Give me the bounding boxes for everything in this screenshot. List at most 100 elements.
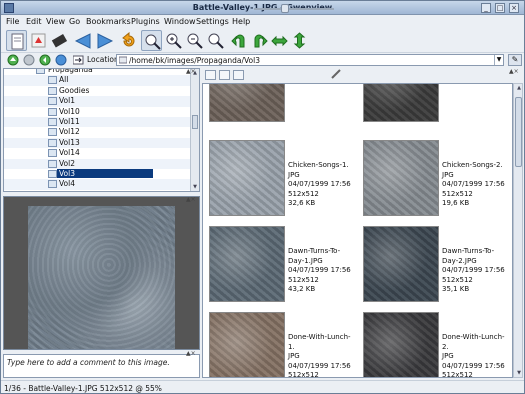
thumbnail-scrollbar[interactable]: ▲ ▼: [513, 83, 523, 378]
info-icon[interactable]: [73, 55, 84, 65]
thumbnail-meta: 512x512: [288, 275, 319, 284]
dock-close-icon[interactable]: ▲×: [509, 68, 519, 75]
forward-arrow-icon[interactable]: [94, 30, 115, 51]
tree-item[interactable]: Goodies: [4, 86, 192, 96]
thumbnail-meta: 04/07/1999 17:56: [442, 180, 505, 188]
folder-icon: [119, 56, 127, 64]
dock-close-icon[interactable]: ▲×: [186, 68, 196, 75]
thumbnail-image: [209, 84, 285, 122]
thumbnail-meta: JPG: [442, 170, 454, 179]
menu-file[interactable]: File: [6, 17, 19, 26]
thumbnail-item[interactable]: 04/07/1999 17:56512x51225,5 KB: [357, 84, 511, 122]
menu-plugins[interactable]: Plugins: [131, 17, 160, 26]
next-icon[interactable]: [55, 54, 67, 66]
menu-go[interactable]: Go: [69, 17, 80, 26]
clear-location-button[interactable]: ✎: [508, 54, 522, 66]
tree-item[interactable]: Vol13: [4, 137, 192, 149]
thumbnail-image: [363, 312, 439, 377]
dock-close-icon[interactable]: ▲×: [186, 196, 196, 203]
tree-item-label: All: [59, 75, 69, 85]
tree-item-label: Vol13: [59, 137, 80, 147]
tree-item[interactable]: Vol3: [4, 169, 192, 179]
folder-icon: [36, 69, 45, 74]
menu-bookmarks[interactable]: Bookmarks: [86, 17, 131, 26]
details-view-icon[interactable]: [233, 70, 244, 80]
thumbnail-meta: 32,6 KB: [288, 199, 316, 207]
tree-item-label: Goodies: [59, 85, 90, 95]
folder-icon: [48, 76, 57, 85]
location-input[interactable]: /home/bk/images/Propaganda/Vol3 ▼: [116, 54, 504, 66]
menu-view[interactable]: View: [46, 17, 65, 26]
thumbnail-item[interactable]: Done-With-Lunch-1. JPG 04/07/1999 17:56 512…: [203, 312, 357, 378]
rotate-right-icon[interactable]: [249, 30, 270, 51]
menu-settings[interactable]: Settings: [196, 17, 229, 26]
thumbnail-item[interactable]: Dawn-Turns-To- Day-2.JPG 04/07/1999 17:56 5…: [357, 226, 511, 302]
thumbnail-info: Done-With-Lunch-1. JPG 04/07/1999 17:56 512…: [288, 333, 357, 378]
menu-help[interactable]: Help: [232, 17, 250, 26]
folder-tree: Propaganda All Goodies Vol1 Vol10 Vol11 Vol12 V…: [3, 68, 200, 192]
stop-icon[interactable]: [28, 30, 49, 51]
thumbnail-item[interactable]: Chicken-Songs-1. JPG 04/07/1999 17:56 512x5…: [203, 140, 357, 216]
tree-item[interactable]: Vol12: [4, 127, 192, 137]
zoom-to-fit-icon[interactable]: [141, 30, 162, 51]
tree-item[interactable]: Propaganda: [4, 69, 192, 75]
slideshow-icon[interactable]: [49, 30, 70, 51]
list-view-icon[interactable]: [205, 70, 216, 80]
tree-item[interactable]: Vol14: [4, 148, 192, 158]
thumbnail-meta: 512x512: [288, 371, 319, 378]
file-list-icon[interactable]: [6, 30, 27, 51]
tree-item[interactable]: Vol1: [4, 96, 192, 107]
comment-box[interactable]: Type here to add a comment to this image…: [3, 354, 200, 378]
thumbnail-meta: 35,1 KB: [442, 285, 470, 293]
thumbnail-image: [209, 312, 285, 377]
zoom-in-icon[interactable]: [163, 30, 184, 51]
scroll-thumb[interactable]: [515, 97, 522, 167]
thumbnail-meta: 512x512: [442, 189, 473, 198]
thumbnail-grid: 04/07/1999 17:56512x51231,3 KB04/07/1999…: [202, 83, 513, 378]
tree-item-label: Vol11: [59, 117, 80, 126]
up-icon[interactable]: [23, 54, 35, 66]
tree-item[interactable]: Vol11: [4, 117, 192, 128]
thumbnail-item[interactable]: 04/07/1999 17:56512x51231,3 KB: [203, 84, 357, 122]
mirror-icon[interactable]: [269, 30, 290, 51]
rotate-left-icon[interactable]: [229, 30, 250, 51]
tree-item[interactable]: Vol4: [4, 179, 192, 190]
tree-item-label: Vol14: [59, 148, 80, 158]
scroll-down-icon[interactable]: ▼: [515, 369, 523, 377]
tree-item[interactable]: Vol2: [4, 158, 192, 169]
thumbnail-item[interactable]: Chicken-Songs-2. JPG 04/07/1999 17:56 512x5…: [357, 140, 511, 216]
home-icon[interactable]: [7, 54, 19, 66]
maximize-icon[interactable]: □: [495, 3, 505, 13]
folder-icon: [48, 159, 57, 168]
tree-item[interactable]: All: [4, 75, 192, 86]
minimize-icon[interactable]: _: [481, 3, 491, 13]
tree-scrollbar[interactable]: ▲ ▼: [190, 69, 199, 191]
undo-icon[interactable]: [118, 30, 139, 51]
scroll-up-icon[interactable]: ▲: [515, 84, 523, 92]
thumbnail-size-slider[interactable]: [254, 8, 334, 10]
scroll-thumb[interactable]: [192, 115, 198, 129]
thumbnail-view-icon[interactable]: [219, 70, 230, 80]
thumbnail-image: [363, 226, 439, 302]
thumbnail-image: [363, 140, 439, 216]
thumbnail-meta: 512x512: [442, 371, 473, 378]
slider-handle[interactable]: [281, 4, 289, 13]
menu-edit[interactable]: Edit: [26, 17, 42, 26]
chevron-down-icon[interactable]: ▼: [494, 55, 503, 65]
tree-item[interactable]: Vol10: [4, 107, 192, 117]
thumbnail-item[interactable]: Dawn-Turns-To- Day-1.JPG 04/07/1999 17:56 5…: [203, 226, 357, 302]
image-preview[interactable]: [3, 196, 200, 350]
flip-icon[interactable]: [289, 30, 310, 51]
thumbnail-item[interactable]: Done-With-Lunch-2. JPG 04/07/1999 17:56 512…: [357, 312, 511, 378]
scroll-down-icon[interactable]: ▼: [191, 183, 199, 191]
close-icon[interactable]: ×: [509, 3, 519, 13]
thumbnail-meta: 19,6 KB: [442, 199, 470, 207]
tree-item-label: Vol3: [57, 169, 153, 178]
zoom-out-icon[interactable]: [184, 30, 205, 51]
menu-window[interactable]: Window: [164, 17, 196, 26]
folder-icon: [48, 170, 57, 178]
dock-close-icon[interactable]: ▲×: [186, 350, 196, 357]
zoom-reset-icon[interactable]: [205, 30, 226, 51]
previous-icon[interactable]: [39, 54, 51, 66]
back-arrow-icon[interactable]: [73, 30, 94, 51]
